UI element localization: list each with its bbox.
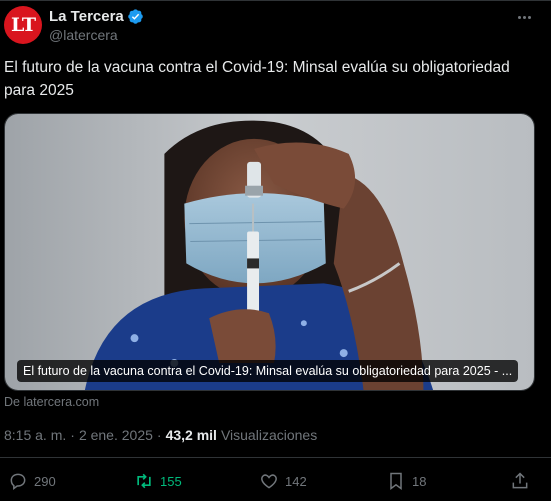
account-handle[interactable]: @latercera [49,27,118,43]
views-count: 43,2 mil [165,427,217,443]
display-name[interactable]: La Tercera [49,8,124,25]
heart-icon [261,474,277,489]
like-button[interactable]: 142 [259,466,307,496]
actions-divider [0,457,551,458]
tweet-time[interactable]: 8:15 a. m. [4,427,66,443]
name-row: La Tercera [49,8,144,25]
card-photo [5,114,534,390]
repost-button[interactable]: 155 [134,466,182,496]
top-divider [0,0,551,1]
tweet-header: LT La Tercera @latercera [4,4,549,48]
tweet-date[interactable]: 2 ene. 2025 [79,427,153,443]
more-options-icon[interactable] [513,8,535,26]
reply-count: 290 [34,473,56,489]
tweet-meta: 8:15 a. m. · 2 ene. 2025 · 43,2 mil Visu… [4,427,317,443]
meta-separator: · [70,427,75,443]
meta-separator: · [156,427,162,443]
avatar[interactable]: LT [4,6,42,44]
bookmark-count: 18 [412,473,427,489]
card-source[interactable]: De latercera.com [4,395,99,409]
reply-icon [10,473,26,490]
action-bar: 290 155 142 18 [0,466,551,498]
avatar-logo-text: LT [11,14,36,36]
card-caption: El futuro de la vacuna contra el Covid-1… [17,360,519,382]
views-label: Visualizaciones [220,427,318,443]
bookmark-icon [390,472,402,490]
share-button[interactable] [510,466,530,496]
share-icon [512,472,528,489]
repost-count: 155 [160,473,182,489]
repost-icon [137,473,151,489]
tweet-text: El futuro de la vacuna contra el Covid-1… [4,59,510,99]
link-card[interactable]: El futuro de la vacuna contra el Covid-1… [4,113,535,391]
bookmark-button[interactable]: 18 [386,466,426,496]
verified-badge-icon [128,9,143,24]
reply-button[interactable]: 290 [8,466,56,496]
like-count: 142 [285,473,307,489]
